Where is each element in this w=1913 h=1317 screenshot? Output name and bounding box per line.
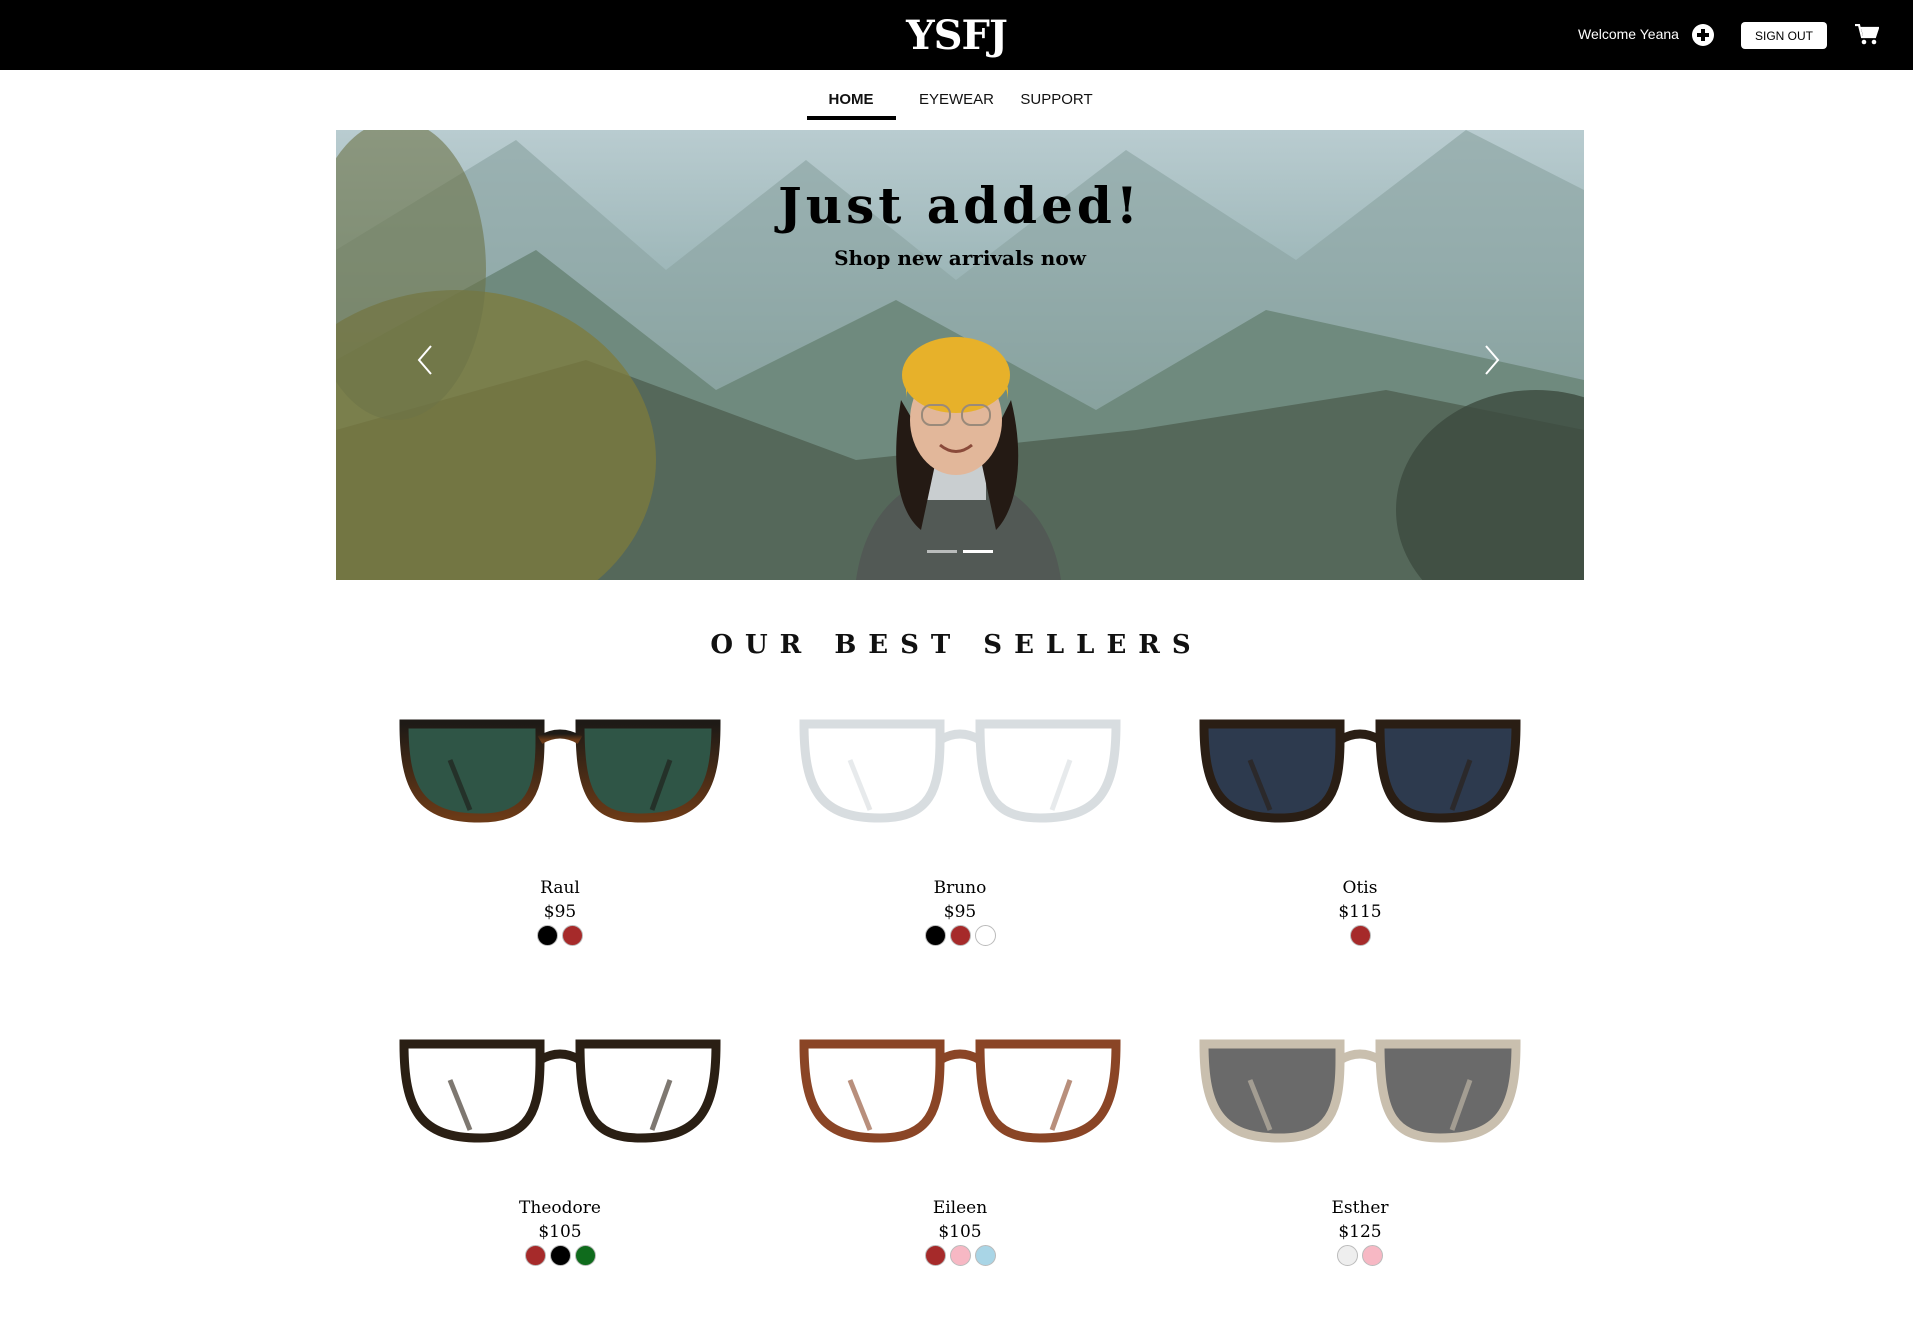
product-name[interactable]: Theodore: [360, 1198, 760, 1218]
color-swatches: [1160, 1245, 1560, 1266]
color-swatches: [1160, 925, 1560, 946]
color-swatch[interactable]: [524, 1245, 546, 1266]
product-price: $115: [1338, 902, 1382, 922]
product-price: $95: [943, 902, 977, 922]
product-price: $125: [1338, 1222, 1382, 1242]
product-card[interactable]: Eileen $105: [760, 1020, 1160, 1317]
product-image[interactable]: [790, 700, 1130, 840]
color-swatch[interactable]: [974, 1245, 996, 1266]
color-swatch[interactable]: [1337, 1245, 1358, 1266]
add-icon[interactable]: [1692, 24, 1714, 46]
color-swatch[interactable]: [562, 925, 583, 946]
color-swatches: [360, 925, 760, 946]
top-bar: YSFJ Welcome Yeana SIGN OUT: [0, 0, 1913, 70]
product-image[interactable]: [1190, 1020, 1530, 1160]
nav-home[interactable]: HOME: [806, 84, 896, 120]
color-swatch[interactable]: [949, 925, 971, 946]
product-card[interactable]: Bruno $95: [760, 700, 1160, 1000]
color-swatch[interactable]: [574, 1245, 596, 1266]
best-sellers-title: OUR BEST SELLERS: [710, 630, 1203, 660]
hero-subtitle[interactable]: Shop new arrivals now: [336, 246, 1584, 270]
color-swatch[interactable]: [974, 925, 996, 946]
hero-carousel: Just added! Shop new arrivals now: [336, 130, 1584, 580]
product-image[interactable]: [390, 1020, 730, 1160]
color-swatches: [760, 1245, 1160, 1266]
cart-icon[interactable]: [1855, 24, 1879, 46]
product-name[interactable]: Bruno: [760, 878, 1160, 898]
product-price: $95: [543, 902, 577, 922]
carousel-next-icon[interactable]: [1476, 340, 1506, 380]
color-swatch[interactable]: [924, 925, 946, 946]
product-name[interactable]: Raul: [360, 878, 760, 898]
color-swatch[interactable]: [924, 1245, 946, 1266]
product-name[interactable]: Esther: [1160, 1198, 1560, 1218]
carousel-indicators: [927, 550, 993, 553]
nav-support[interactable]: SUPPORT: [1007, 84, 1107, 120]
color-swatch[interactable]: [1362, 1245, 1383, 1266]
carousel-prev-icon[interactable]: [411, 340, 441, 380]
product-card[interactable]: Raul $95: [360, 700, 760, 1000]
color-swatches: [360, 1245, 760, 1266]
welcome-text: Welcome Yeana: [1578, 26, 1679, 42]
hero-title: Just added!: [778, 176, 1142, 235]
color-swatch[interactable]: [949, 1245, 971, 1266]
product-card[interactable]: Theodore $105: [360, 1020, 760, 1317]
product-card[interactable]: Otis $115: [1160, 700, 1560, 1000]
product-image[interactable]: [1190, 700, 1530, 840]
product-price: $105: [538, 1222, 582, 1242]
color-swatch[interactable]: [1349, 925, 1371, 946]
nav-eyewear[interactable]: EYEWEAR: [907, 84, 1007, 120]
product-card[interactable]: Esther $125: [1160, 1020, 1560, 1317]
sign-out-button[interactable]: SIGN OUT: [1741, 22, 1827, 49]
color-swatch[interactable]: [549, 1245, 571, 1266]
carousel-dot-2[interactable]: [963, 550, 993, 553]
color-swatches: [760, 925, 1160, 946]
product-price: $105: [938, 1222, 982, 1242]
main-nav: HOME EYEWEAR SUPPORT: [0, 84, 1913, 122]
color-swatch[interactable]: [537, 925, 558, 946]
product-image[interactable]: [790, 1020, 1130, 1160]
product-name[interactable]: Eileen: [760, 1198, 1160, 1218]
carousel-dot-1[interactable]: [927, 550, 957, 553]
product-name[interactable]: Otis: [1160, 878, 1560, 898]
product-image[interactable]: [390, 700, 730, 840]
